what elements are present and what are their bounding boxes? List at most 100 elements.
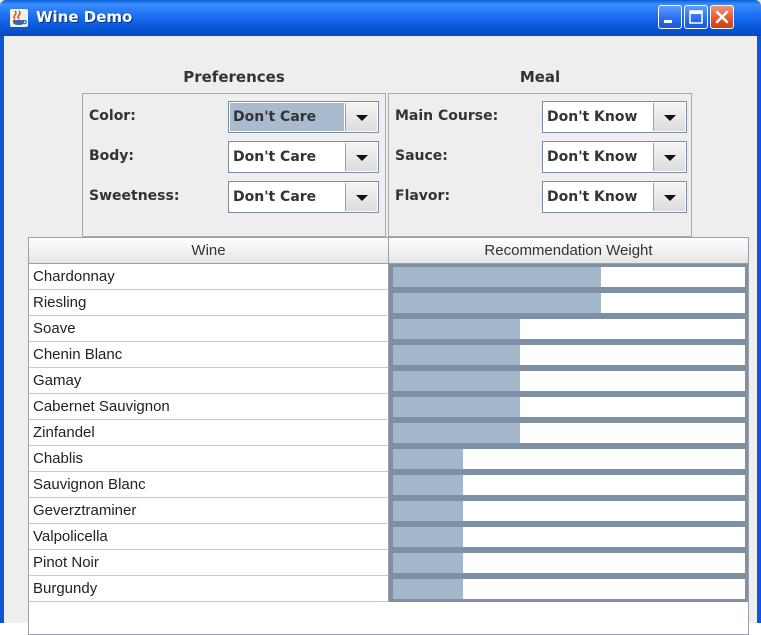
color-select-value: Don't Care xyxy=(230,103,344,131)
recommendation-weight-bar xyxy=(393,527,464,547)
body-select-arrow[interactable] xyxy=(345,143,377,171)
recommendation-weight-cell xyxy=(389,290,748,316)
sweetness-select-arrow[interactable] xyxy=(345,183,377,211)
main-course-select[interactable]: Don't Know xyxy=(542,101,687,133)
sweetness-label: Sweetness: xyxy=(89,188,180,204)
progress-track xyxy=(393,553,745,573)
recommendation-weight-cell xyxy=(389,472,748,498)
sauce-label: Sauce: xyxy=(395,148,448,164)
chevron-down-icon xyxy=(664,195,676,201)
table-row[interactable]: Chardonnay xyxy=(29,264,748,290)
table-row[interactable]: Pinot Noir xyxy=(29,550,748,576)
recommendation-weight-bar xyxy=(393,449,464,469)
minimize-icon xyxy=(664,20,672,23)
recommendation-weight-cell xyxy=(389,550,748,576)
chevron-down-icon xyxy=(664,155,676,161)
wine-name-cell: Zinfandel xyxy=(29,420,389,446)
wine-name-cell: Chablis xyxy=(29,446,389,472)
recommendation-weight-cell xyxy=(389,394,748,420)
column-header-weight[interactable]: Recommendation Weight xyxy=(389,238,748,264)
chevron-down-icon xyxy=(356,155,368,161)
recommendation-weight-cell xyxy=(389,524,748,550)
sweetness-select[interactable]: Don't Care xyxy=(228,181,379,213)
recommendation-weight-cell xyxy=(389,342,748,368)
chevron-down-icon xyxy=(356,195,368,201)
progress-track xyxy=(393,449,745,469)
table-row[interactable]: Soave xyxy=(29,316,748,342)
progress-track xyxy=(393,371,745,391)
column-header-wine[interactable]: Wine xyxy=(29,238,389,264)
maximize-button[interactable] xyxy=(684,5,708,29)
table-row[interactable]: Sauvignon Blanc xyxy=(29,472,748,498)
close-button[interactable] xyxy=(710,5,734,29)
table-row[interactable]: Chablis xyxy=(29,446,748,472)
recommendation-weight-cell xyxy=(389,264,748,290)
color-select-arrow[interactable] xyxy=(345,103,377,131)
wine-name-cell: Sauvignon Blanc xyxy=(29,472,389,498)
chevron-down-icon xyxy=(356,115,368,121)
wine-name-cell: Chardonnay xyxy=(29,264,389,290)
progress-track xyxy=(393,319,745,339)
progress-track xyxy=(393,475,745,495)
table-row[interactable]: Zinfandel xyxy=(29,420,748,446)
sauce-select-value: Don't Know xyxy=(547,149,638,165)
sauce-select[interactable]: Don't Know xyxy=(542,141,687,173)
minimize-button[interactable] xyxy=(658,5,682,29)
body-select[interactable]: Don't Care xyxy=(228,141,379,173)
color-label: Color: xyxy=(89,108,136,124)
table-row[interactable]: Gamay xyxy=(29,368,748,394)
recommendation-weight-bar xyxy=(393,579,464,599)
app-window: Wine Demo Preferences Color: Don't Care xyxy=(0,0,761,635)
main-course-select-value: Don't Know xyxy=(547,109,638,125)
table-row[interactable]: Geverztraminer xyxy=(29,498,748,524)
preferences-title: Preferences xyxy=(183,68,285,86)
progress-track xyxy=(393,501,745,521)
recommendation-weight-bar xyxy=(393,267,601,287)
flavor-select-value: Don't Know xyxy=(547,189,638,205)
table-row[interactable]: Cabernet Sauvignon xyxy=(29,394,748,420)
flavor-label: Flavor: xyxy=(395,188,451,204)
table-row[interactable]: Riesling xyxy=(29,290,748,316)
progress-track xyxy=(393,267,745,287)
progress-track xyxy=(393,293,745,313)
recommendation-weight-cell xyxy=(389,368,748,394)
content-pane: Preferences Color: Don't Care Body: Don'… xyxy=(4,36,757,635)
wine-name-cell: Cabernet Sauvignon xyxy=(29,394,389,420)
table-row[interactable]: Burgundy xyxy=(29,576,748,602)
maximize-icon xyxy=(689,10,703,24)
main-course-label: Main Course: xyxy=(395,108,499,124)
progress-track xyxy=(393,527,745,547)
main-course-select-arrow[interactable] xyxy=(653,103,685,131)
recommendation-weight-bar xyxy=(393,475,464,495)
recommendation-weight-bar xyxy=(393,553,464,573)
recommendation-weight-cell xyxy=(389,446,748,472)
color-select[interactable]: Don't Care xyxy=(228,101,379,133)
progress-track xyxy=(393,579,745,599)
flavor-select-arrow[interactable] xyxy=(653,183,685,211)
flavor-select[interactable]: Don't Know xyxy=(542,181,687,213)
window-title: Wine Demo xyxy=(36,8,133,26)
table-row[interactable]: Chenin Blanc xyxy=(29,342,748,368)
table-row[interactable]: Valpolicella xyxy=(29,524,748,550)
wine-name-cell: Riesling xyxy=(29,290,389,316)
recommendation-weight-bar xyxy=(393,397,520,417)
preferences-panel: Color: Don't Care Body: Don't Care Sweet… xyxy=(82,93,386,237)
recommendation-weight-bar xyxy=(393,293,601,313)
wine-name-cell: Burgundy xyxy=(29,576,389,602)
title-bar[interactable]: Wine Demo xyxy=(0,0,761,36)
meal-panel: Main Course: Don't Know Sauce: Don't Kno… xyxy=(388,93,692,237)
recommendation-weight-cell xyxy=(389,420,748,446)
close-icon xyxy=(715,10,729,24)
chevron-down-icon xyxy=(664,115,676,121)
recommendation-weight-bar xyxy=(393,501,464,521)
wine-name-cell: Chenin Blanc xyxy=(29,342,389,368)
wine-table: Wine Recommendation Weight Chardonnay Rie… xyxy=(28,237,749,635)
wine-name-cell: Valpolicella xyxy=(29,524,389,550)
window-frame-right xyxy=(757,36,761,623)
sweetness-select-value: Don't Care xyxy=(233,189,317,205)
java-cup-icon[interactable] xyxy=(10,9,28,27)
sauce-select-arrow[interactable] xyxy=(653,143,685,171)
recommendation-weight-bar xyxy=(393,371,520,391)
wine-name-cell: Gamay xyxy=(29,368,389,394)
wine-name-cell: Soave xyxy=(29,316,389,342)
